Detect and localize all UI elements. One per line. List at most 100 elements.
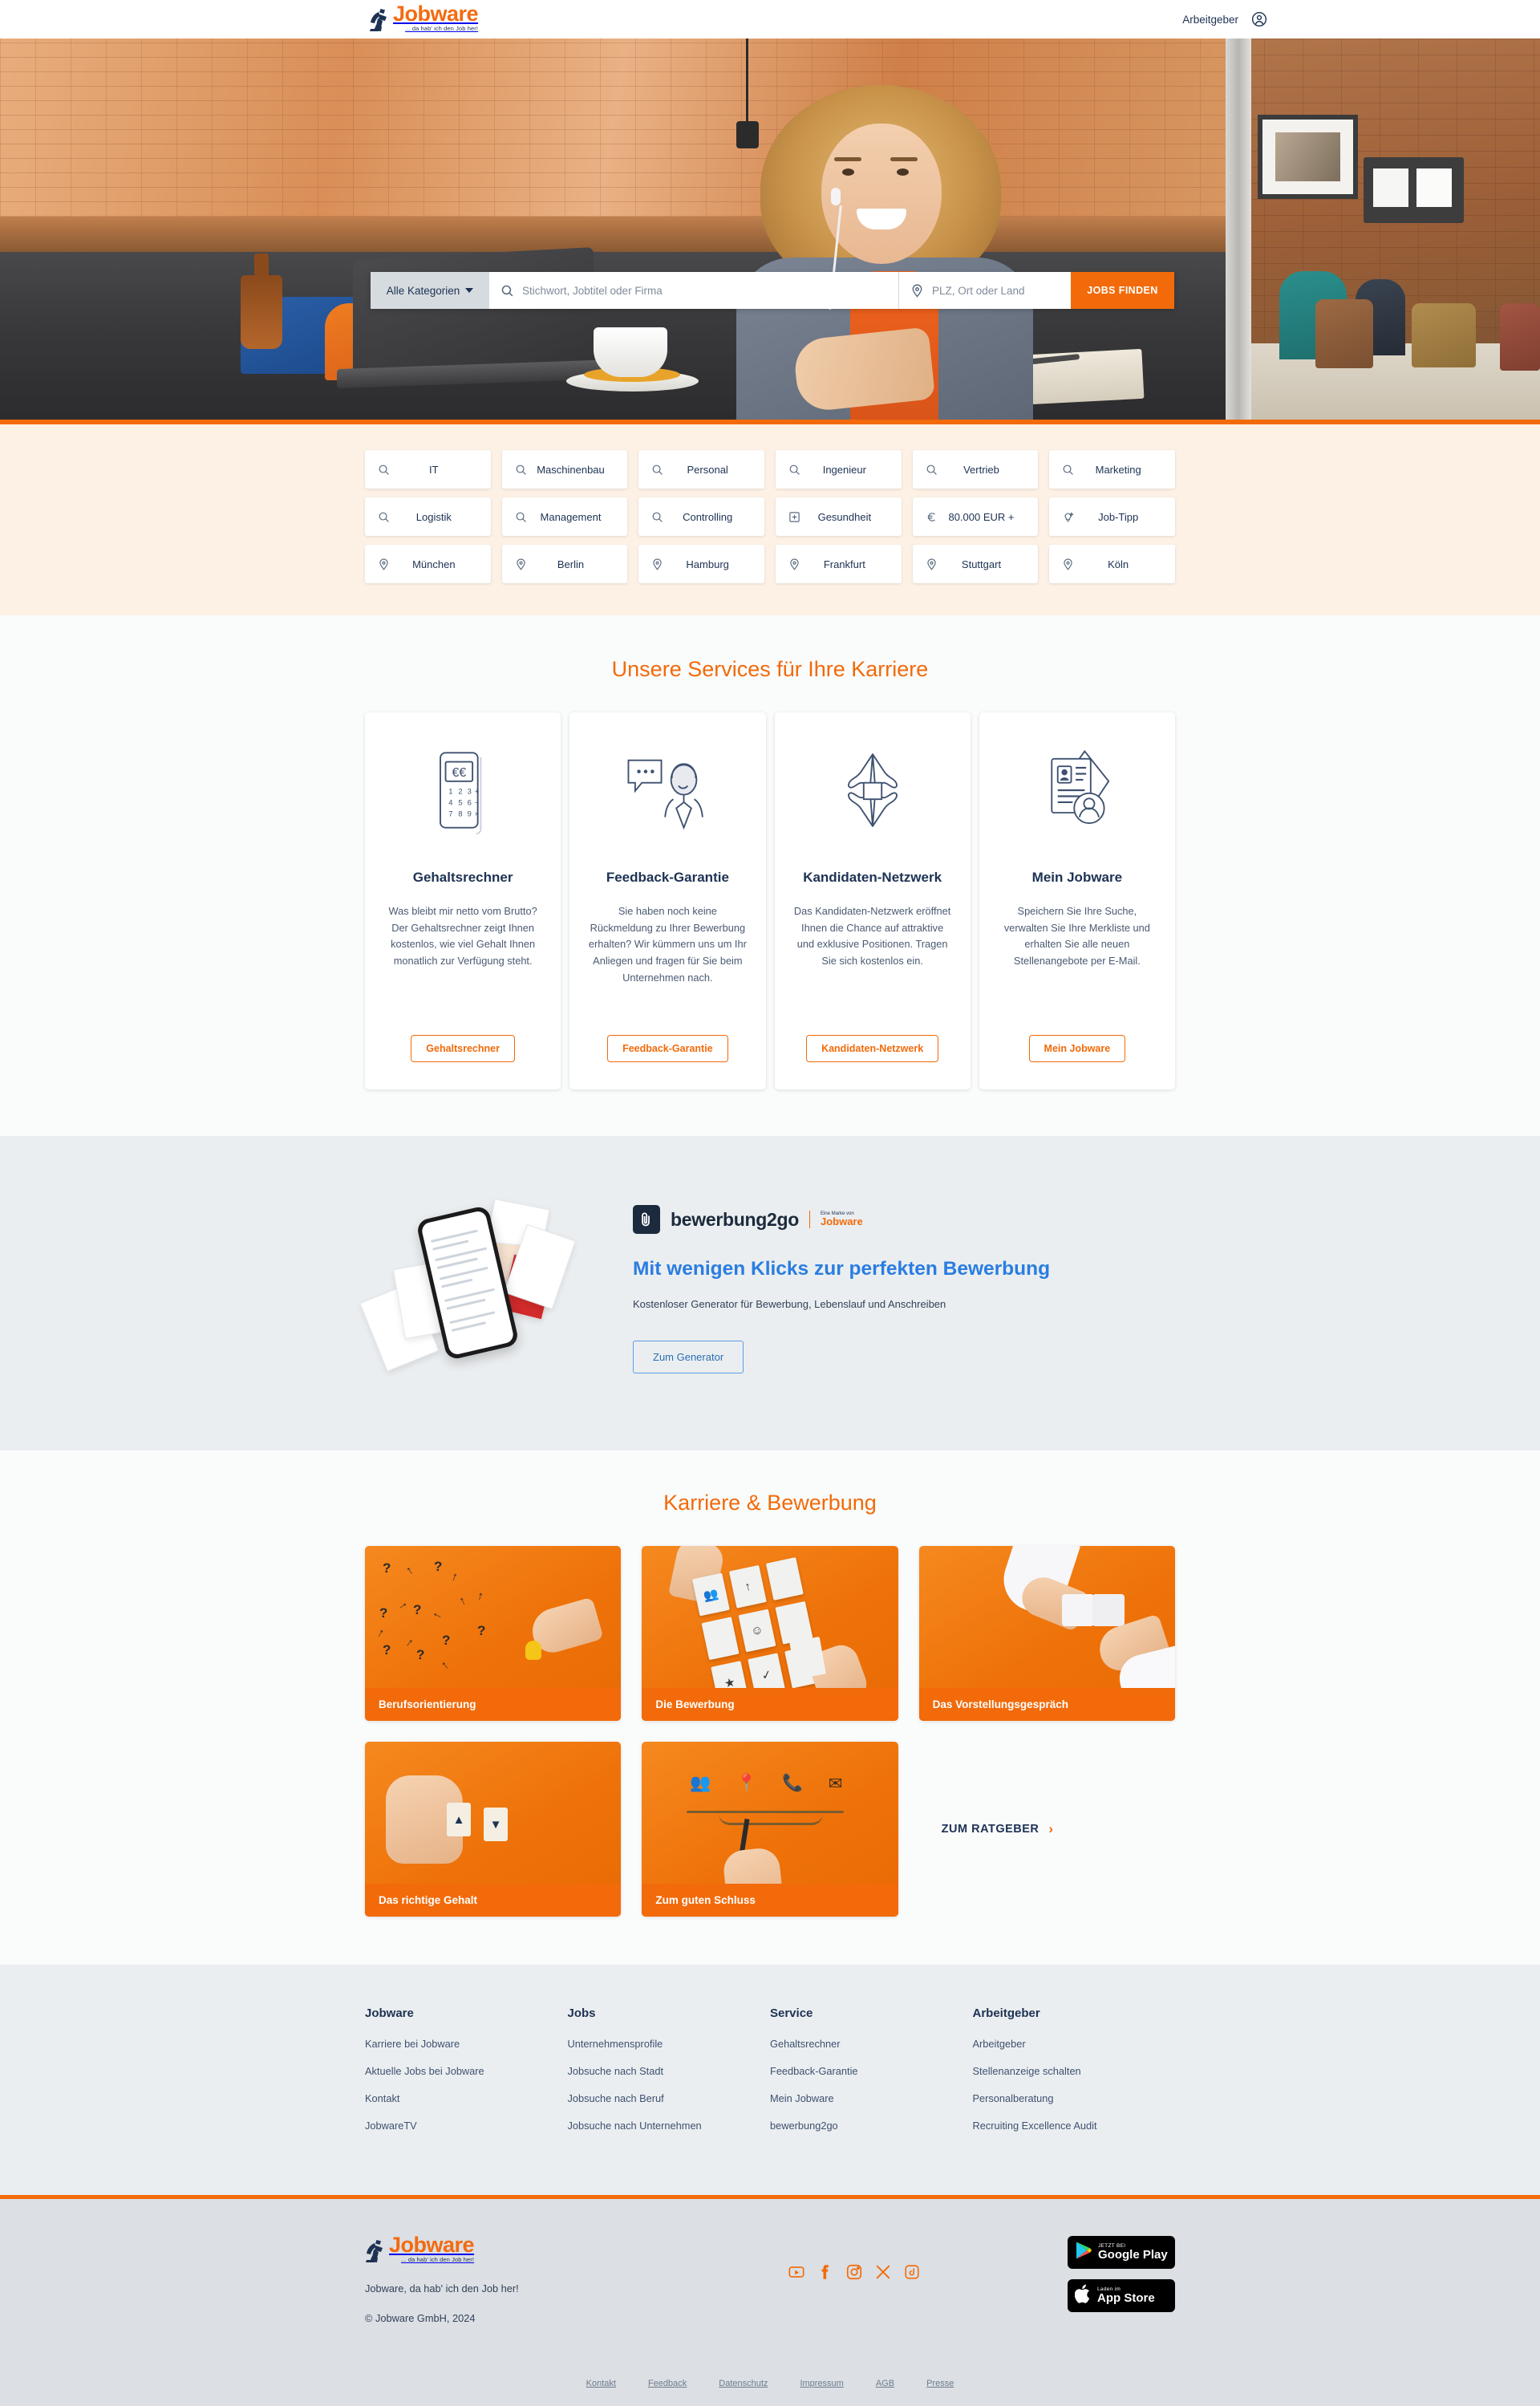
chip-berlin[interactable]: Berlin	[501, 545, 628, 583]
footer-link[interactable]: Feedback-Garantie	[770, 2065, 973, 2077]
quick-filter-section: IT Maschinenbau Personal Ingenieur Vertrieb M…	[0, 424, 1540, 615]
chip-label: IT	[429, 463, 439, 476]
chip-gesundheit[interactable]: Gesundheit	[776, 497, 902, 536]
footer-link[interactable]: Jobsuche nach Unternehmen	[568, 2120, 771, 2132]
ratgeber-tile-caption: Das Vorstellungsgespräch	[918, 1688, 1175, 1721]
jobware-runner-icon	[366, 2239, 383, 2262]
chip-maschinenbau[interactable]: Maschinenbau	[501, 450, 628, 489]
legal-link[interactable]: Feedback	[648, 2379, 687, 2388]
chip-hamburg[interactable]: Hamburg	[638, 545, 764, 583]
service-card-button[interactable]: Feedback-Garantie	[607, 1035, 728, 1062]
store-badge-name: App Store	[1097, 2291, 1155, 2306]
footer-link[interactable]: Jobsuche nach Beruf	[568, 2092, 771, 2104]
footer-link[interactable]: Gehaltsrechner	[770, 2038, 973, 2050]
chip-label: Stuttgart	[961, 558, 1002, 570]
service-card-icon	[622, 743, 712, 838]
bewerbung2go-headline: Mit wenigen Klicks zur perfekten Bewerbu…	[633, 1258, 1051, 1280]
brand-tagline: ... da hab' ich den Job her!	[405, 25, 479, 32]
legal-link[interactable]: Datenschutz	[719, 2379, 768, 2388]
services-cards: €€ 1 2 3 +4 5 6− 7 8 9 × Gehaltsrechner Was bleibt m…	[365, 712, 1175, 1089]
jobware-logo[interactable]: Jobware ... da hab' ich den Job her!	[369, 2, 479, 32]
legal-link[interactable]: Presse	[926, 2379, 954, 2388]
ratgeber-tile[interactable]: Das Vorstellungsgespräch	[918, 1546, 1175, 1721]
footer-link[interactable]: Unternehmensprofile	[568, 2038, 771, 2050]
location-pin-icon	[790, 558, 799, 570]
page-root: Jobware ... da hab' ich den Job her! Arb…	[0, 0, 1540, 2406]
store-badge-google-play[interactable]: JETZT BEI Google Play	[1068, 2236, 1175, 2269]
ratgeber-tile[interactable]: ▲ ▼ Das richtige Gehalt	[365, 1742, 622, 1917]
svg-text:+: +	[475, 788, 479, 796]
chip-label: Maschinenbau	[537, 463, 605, 476]
footer-link[interactable]: Recruiting Excellence Audit	[973, 2120, 1176, 2132]
chip-vertrieb[interactable]: Vertrieb	[912, 450, 1039, 489]
chip-stuttgart[interactable]: Stuttgart	[912, 545, 1039, 583]
search-icon	[501, 285, 513, 296]
footer-link-columns: Jobware Karriere bei Jobware Aktuelle Jobs…	[365, 2006, 1175, 2147]
category-select[interactable]: Alle Kategorien	[371, 272, 489, 309]
ratgeber-tile[interactable]: 👥 ↑ ☺ ★ ✓ Die Bewerbung	[642, 1546, 898, 1721]
service-card: Kandidaten-Netzwerk Das Kandidaten-Netzwe…	[774, 712, 971, 1089]
service-card: €€ 1 2 3 +4 5 6− 7 8 9 × Gehaltsrechner Was bleibt m…	[365, 712, 561, 1089]
footer-link[interactable]: Personalberatung	[973, 2092, 1176, 2104]
location-pin-icon	[1064, 558, 1073, 570]
service-card-button[interactable]: Gehaltsrechner	[411, 1035, 515, 1062]
tiktok-icon[interactable]	[903, 2263, 921, 2281]
chip-job-tipp[interactable]: Job-Tipp	[1049, 497, 1175, 536]
ratgeber-tile-caption: Zum guten Schluss	[642, 1884, 898, 1917]
service-card-button[interactable]: Mein Jobware	[1028, 1035, 1126, 1062]
footer-link[interactable]: JobwareTV	[365, 2120, 568, 2132]
jobware-runner-icon	[370, 8, 387, 31]
youtube-icon[interactable]	[788, 2263, 805, 2281]
facebook-icon[interactable]	[817, 2263, 834, 2281]
ratgeber-tile[interactable]: 👥 📍 📞 ✉ Zum guten Schluss	[642, 1742, 898, 1917]
location-pin-icon	[926, 558, 936, 570]
service-card-button[interactable]: Kandidaten-Netzwerk	[806, 1035, 939, 1062]
store-badge-app-store[interactable]: Laden im App Store	[1068, 2279, 1175, 2312]
chip-it[interactable]: IT	[365, 450, 491, 489]
legal-link[interactable]: Kontakt	[586, 2379, 616, 2388]
ratgeber-cta[interactable]: ZUM RATGEBER ›	[919, 1742, 1175, 1917]
logo-divider	[808, 1211, 810, 1228]
instagram-icon[interactable]	[845, 2263, 863, 2281]
footer-link[interactable]: Mein Jobware	[770, 2092, 973, 2104]
search-icon	[379, 512, 389, 522]
footer-link[interactable]: Karriere bei Jobware	[365, 2038, 568, 2050]
footer-link[interactable]: Jobsuche nach Stadt	[568, 2065, 771, 2077]
user-account-icon[interactable]	[1251, 11, 1267, 27]
brand-name: Jobware	[393, 2, 479, 26]
chip-controlling[interactable]: Controlling	[638, 497, 764, 536]
chip-frankfurt[interactable]: Frankfurt	[776, 545, 902, 583]
chip-80-000-eur-[interactable]: 80.000 EUR +	[912, 497, 1039, 536]
footer-link[interactable]: Kontakt	[365, 2092, 568, 2104]
keyword-field-wrapper	[489, 272, 898, 309]
footer-column: Service Gehaltsrechner Feedback-Garantie Me…	[770, 2006, 973, 2147]
chip-ingenieur[interactable]: Ingenieur	[776, 450, 902, 489]
footer-link[interactable]: Stellenanzeige schalten	[973, 2065, 1176, 2077]
generator-button[interactable]: Zum Generator	[633, 1341, 744, 1373]
location-pin-icon	[379, 558, 388, 570]
bewerbung2go-sub-brand: Jobware	[820, 1215, 863, 1228]
footer-link[interactable]: Aktuelle Jobs bei Jobware	[365, 2065, 568, 2077]
chip-label: Hamburg	[686, 558, 729, 570]
chevron-right-icon: ›	[1048, 1821, 1054, 1836]
chip-m-nchen[interactable]: München	[365, 545, 491, 583]
employer-link[interactable]: Arbeitgeber	[1182, 14, 1238, 26]
find-jobs-button[interactable]: JOBS FINDEN	[1071, 272, 1174, 309]
ratgeber-tile[interactable]: ???????? ↑ ↑ ↑ ↑ ↑ ↑ ↑ ↑ ↑ Berufsorientierung	[365, 1546, 622, 1721]
legal-link[interactable]: Impressum	[800, 2379, 843, 2388]
footer-link[interactable]: bewerbung2go	[770, 2120, 973, 2132]
search-input[interactable]	[522, 284, 887, 297]
chip-personal[interactable]: Personal	[638, 450, 764, 489]
x-twitter-icon[interactable]	[874, 2263, 892, 2281]
chip-k-ln[interactable]: Köln	[1049, 545, 1175, 583]
footer-column: Jobware Karriere bei Jobware Aktuelle Jobs…	[365, 2006, 568, 2147]
chip-logistik[interactable]: Logistik	[365, 497, 491, 536]
location-input[interactable]	[932, 284, 1060, 297]
chip-marketing[interactable]: Marketing	[1049, 450, 1175, 489]
search-icon	[652, 465, 663, 475]
svg-text:7: 7	[448, 810, 452, 818]
chip-management[interactable]: Management	[501, 497, 628, 536]
footer-link[interactable]: Arbeitgeber	[973, 2038, 1176, 2050]
legal-link[interactable]: AGB	[876, 2379, 894, 2388]
footer-jobware-logo[interactable]: Jobware ... da hab' ich den Job her!	[365, 2234, 702, 2263]
